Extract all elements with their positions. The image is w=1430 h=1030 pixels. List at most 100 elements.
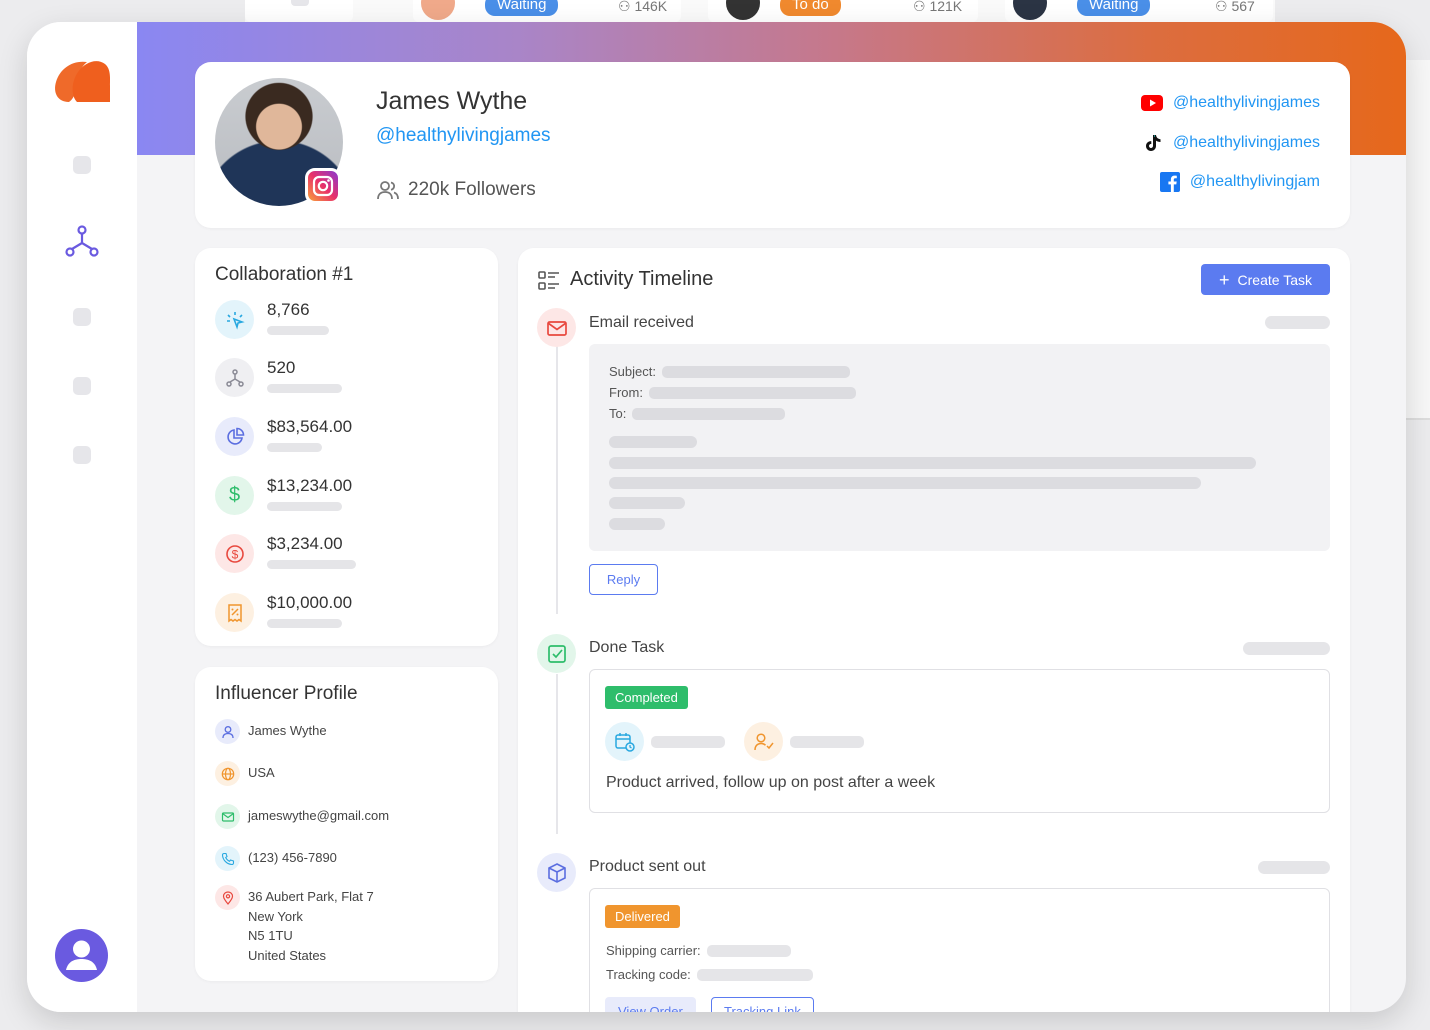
email-to: To:: [609, 406, 786, 421]
youtube-icon: [1141, 95, 1164, 111]
stat-revenue: $83,564.00: [215, 417, 352, 456]
task-details: Completed Product arrived, follow up on …: [589, 669, 1330, 813]
mail-icon: [537, 308, 576, 347]
influencer-address: 36 Aubert Park, Flat 7 New York N5 1TU U…: [248, 887, 374, 965]
bg-card: [245, 0, 353, 22]
network-icon[interactable]: [65, 224, 99, 258]
info-phone: (123) 456-7890: [215, 846, 337, 871]
shipment-details: Delivered Shipping carrier: Tracking cod…: [589, 888, 1330, 1012]
tracking-link-button[interactable]: Tracking Link: [711, 997, 814, 1012]
dollar-icon: $: [215, 476, 254, 515]
bg-status-pill: Waiting: [485, 0, 559, 16]
bg-avatar: [1013, 0, 1047, 20]
influencer-name: James Wythe: [248, 723, 327, 738]
field-label: From:: [609, 385, 643, 400]
facebook-icon: [1159, 172, 1180, 192]
email-preview: Subject: From: To:: [589, 344, 1330, 551]
tiktok-icon: [1146, 135, 1161, 151]
bg-count: ⚇ 567: [1215, 0, 1255, 14]
event-label: Product sent out: [589, 858, 706, 875]
facebook-handle: @healthylivingjam: [1189, 173, 1320, 190]
influencer-title: Influencer Profile: [215, 683, 358, 704]
nav-item-5[interactable]: [73, 446, 91, 464]
stat-clicks: 8,766: [215, 300, 329, 339]
profile-handle[interactable]: @healthylivingjames: [376, 125, 551, 147]
field-label: Shipping carrier:: [606, 943, 701, 958]
phone-icon: [215, 846, 240, 871]
address-line: N5 1TU: [248, 928, 293, 943]
activity-timeline-card: Activity Timeline + Create Task Email re…: [518, 248, 1350, 1012]
pie-chart-icon: [215, 417, 254, 456]
address-line: United States: [248, 947, 327, 963]
mail-icon: [215, 804, 240, 829]
plus-icon: +: [1219, 269, 1230, 290]
brand-logo[interactable]: [53, 56, 111, 104]
followers-icon: [377, 181, 399, 200]
create-task-label: Create Task: [1237, 271, 1312, 288]
youtube-handle: @healthylivingjames: [1173, 94, 1320, 111]
nav-item-3[interactable]: [73, 308, 91, 326]
instagram-icon: [305, 168, 341, 204]
dollar-circle-icon: $: [215, 534, 254, 573]
stat-value: 8,766: [267, 300, 310, 319]
status-badge: Completed: [605, 686, 688, 709]
address-line: New York: [248, 908, 303, 924]
bg-count: ⚇ 146K: [618, 0, 668, 14]
tiktok-handle: @healthylivingjames: [1173, 134, 1320, 151]
social-youtube[interactable]: @healthylivingjames: [1141, 94, 1320, 112]
address-line: 36 Aubert Park, Flat 7: [248, 889, 374, 904]
field-label: Subject:: [609, 364, 656, 379]
influencer-country: USA: [248, 765, 275, 780]
followers-count: 220k Followers: [408, 179, 536, 200]
network-icon: [215, 358, 254, 397]
field-label: Tracking code:: [606, 967, 691, 982]
task-note: Product arrived, follow up on post after…: [606, 774, 936, 791]
view-order-button[interactable]: View Order: [605, 997, 696, 1012]
event-label: Done Task: [589, 639, 665, 656]
stat-value: $10,000.00: [267, 593, 353, 612]
user-avatar[interactable]: [55, 929, 108, 982]
stat-value: $83,564.00: [267, 417, 353, 436]
bg-status-pill: Waiting: [1077, 0, 1151, 16]
social-tiktok[interactable]: @healthylivingjames: [1143, 133, 1320, 153]
list-icon: [538, 271, 559, 290]
sidebar: [27, 22, 137, 1012]
event-time-skeleton: [1243, 642, 1330, 655]
influencer-email[interactable]: jameswythe@gmail.com: [248, 806, 389, 826]
timeline-line: [556, 674, 558, 834]
check-square-icon: [537, 634, 576, 673]
profile-card: James Wythe @healthylivingjames 220k Fol…: [195, 62, 1350, 228]
bg-status-pill: To do: [780, 0, 841, 16]
bg-card: Waiting ⚇ 567: [1005, 0, 1273, 22]
influencer-profile-card: Influencer Profile James Wythe USA james…: [195, 667, 498, 981]
nav-item-1[interactable]: [73, 156, 91, 174]
user-icon: [66, 940, 97, 970]
background-cards: Waiting ⚇ 146K To do ⚇ 121K Waiting ⚇ 56…: [245, 0, 1275, 22]
calendar-clock-icon: [605, 722, 644, 761]
app-window: James Wythe @healthylivingjames 220k Fol…: [27, 22, 1406, 1012]
event-label: Email received: [589, 314, 694, 331]
nav-item-4[interactable]: [73, 377, 91, 395]
package-icon: [537, 853, 576, 892]
stat-costs: $ $3,234.00: [215, 534, 356, 573]
social-facebook[interactable]: @healthylivingjam: [1159, 172, 1320, 192]
bg-card: Waiting ⚇ 146K: [413, 0, 681, 22]
bg-avatar: [421, 0, 455, 20]
reply-button[interactable]: Reply: [589, 564, 658, 595]
info-email: jameswythe@gmail.com: [215, 804, 389, 829]
svg-text:$: $: [231, 547, 238, 561]
tracking-code: Tracking code:: [606, 967, 813, 982]
stat-value: $13,234.00: [267, 476, 353, 495]
cursor-click-icon: [215, 300, 254, 339]
stat-network: 520: [215, 358, 342, 397]
create-task-button[interactable]: + Create Task: [1201, 264, 1330, 295]
profile-name: James Wythe: [376, 87, 528, 115]
stat-value: 520: [267, 358, 296, 377]
info-address: 36 Aubert Park, Flat 7 New York N5 1TU U…: [215, 885, 374, 965]
user-check-icon: [744, 722, 783, 761]
location-pin-icon: [215, 885, 240, 910]
email-subject: Subject:: [609, 364, 850, 379]
receipt-percent-icon: [215, 593, 254, 632]
timeline-line: [556, 346, 558, 614]
collaboration-title: Collaboration #1: [215, 264, 354, 285]
